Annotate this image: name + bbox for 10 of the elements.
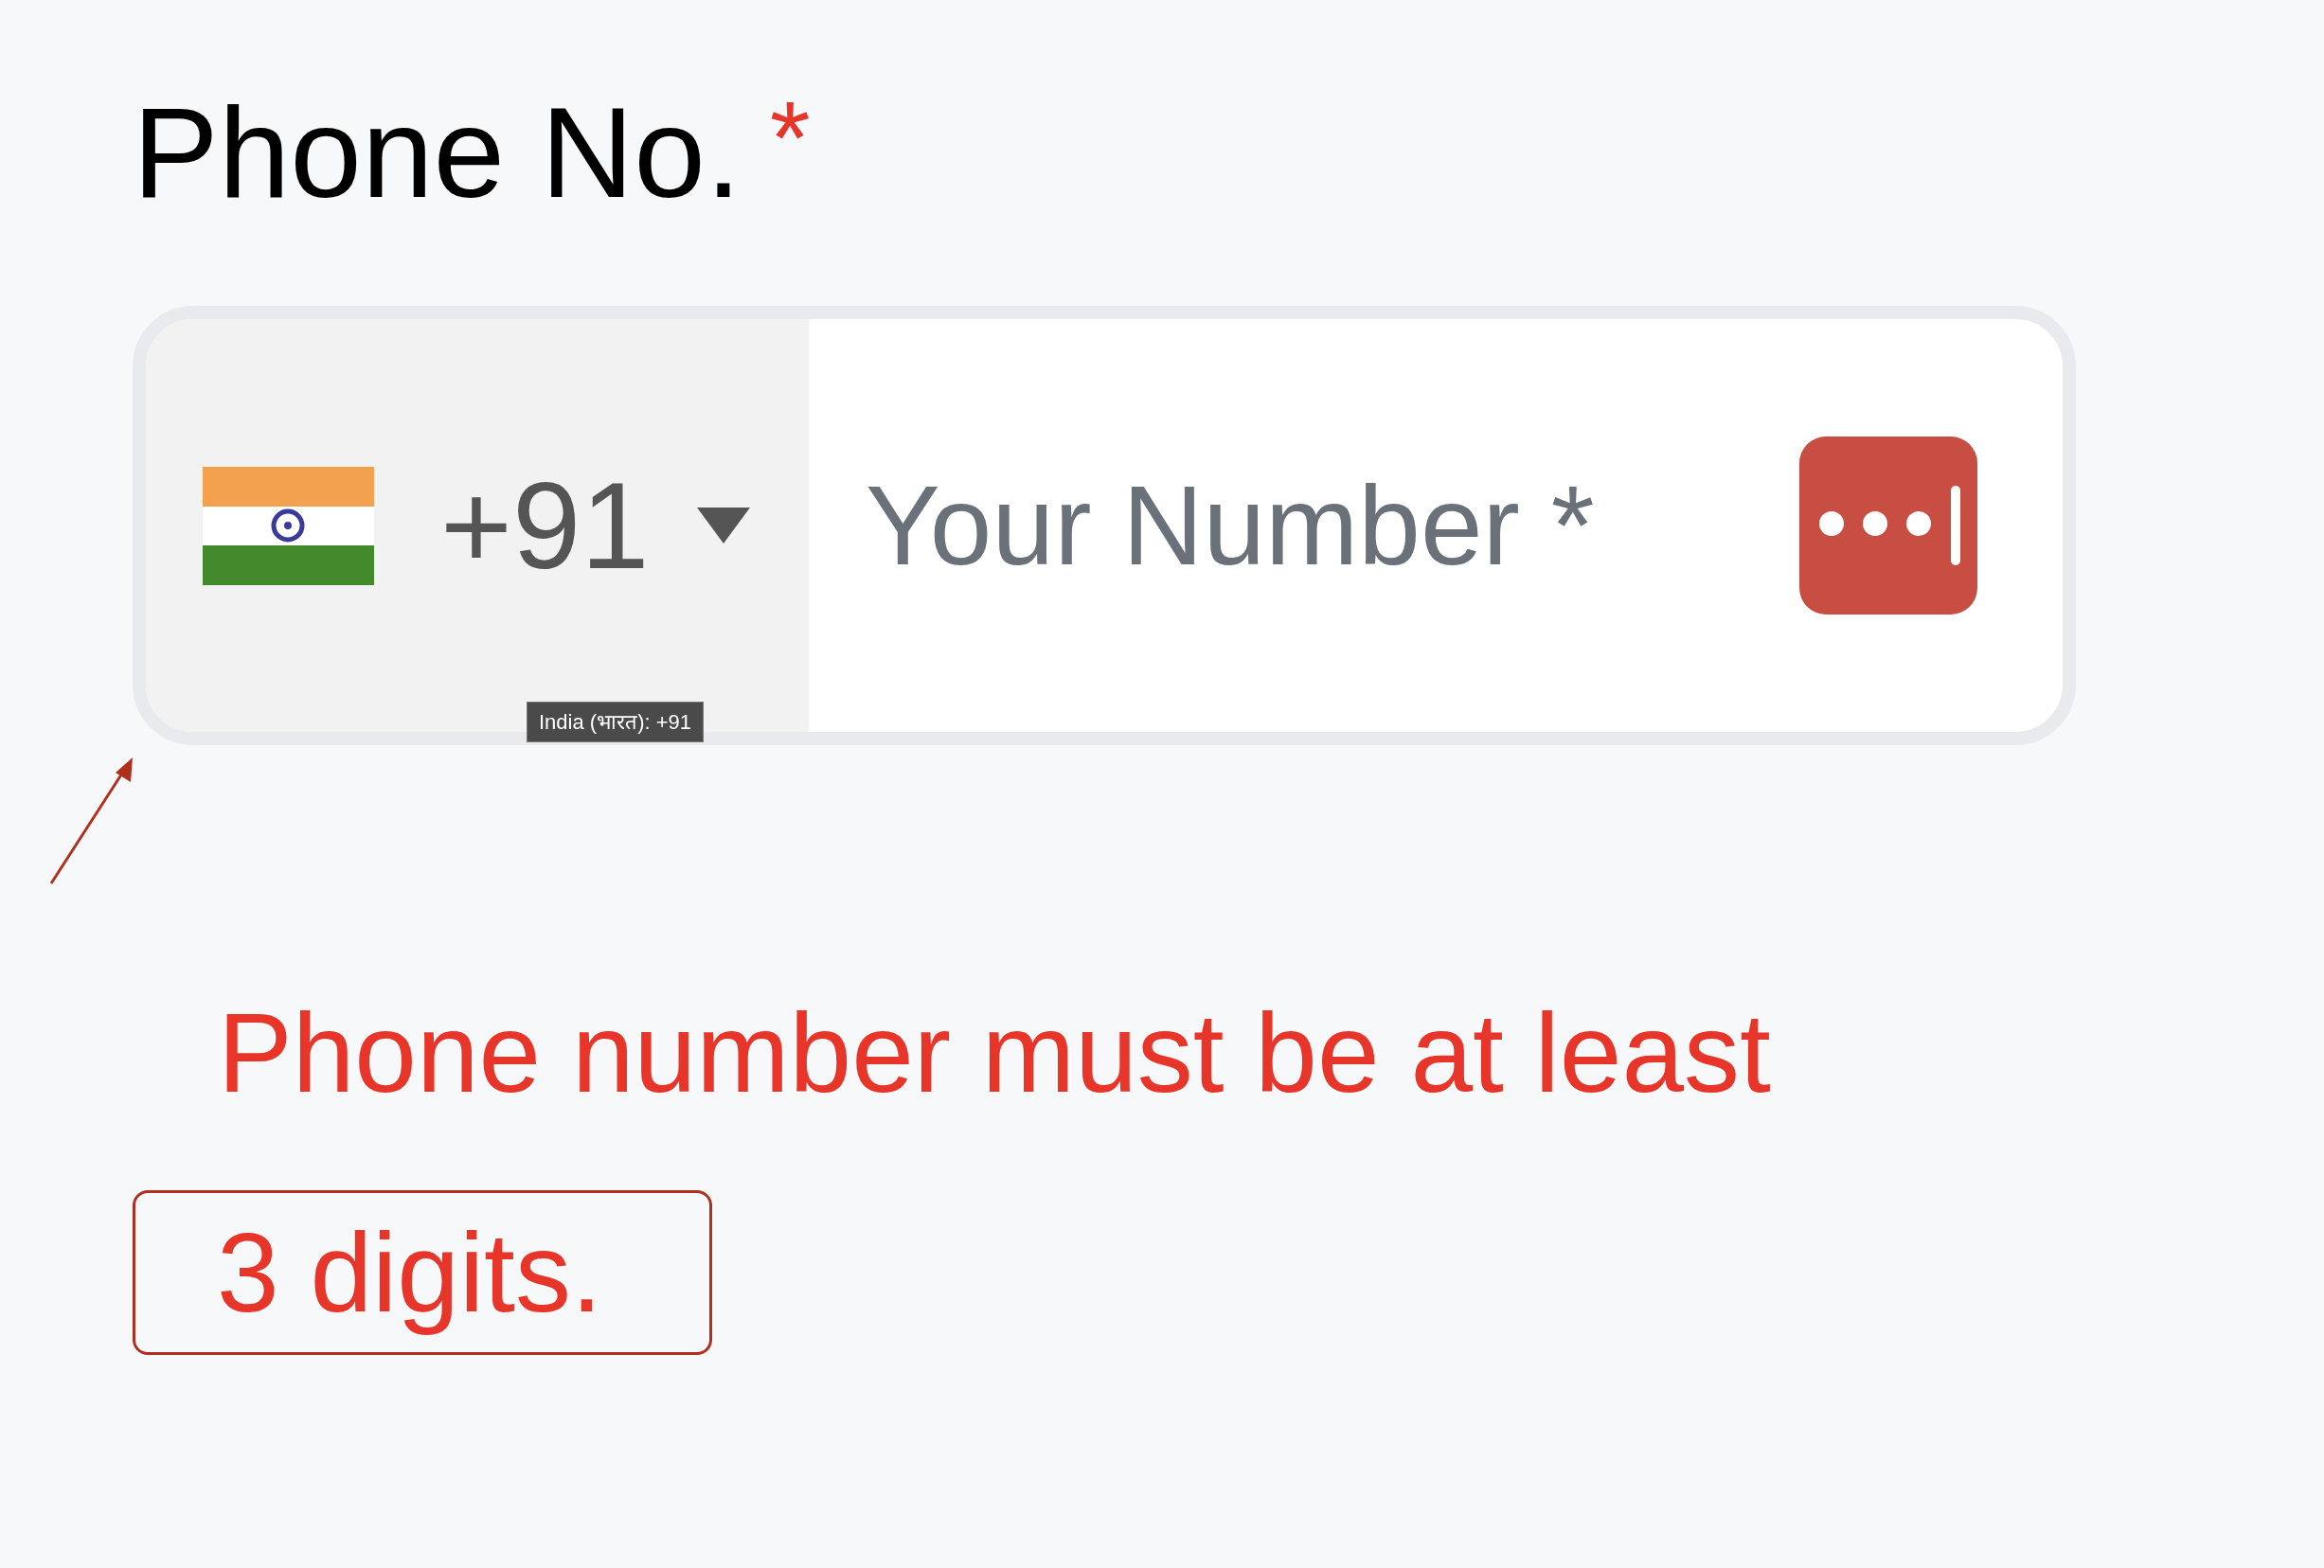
phone-number-input[interactable]: Your Number * bbox=[809, 319, 1799, 733]
india-flag-icon bbox=[203, 466, 374, 585]
dropdown-caret-icon bbox=[696, 508, 750, 544]
tooltip: India (भारत): +91 bbox=[527, 702, 704, 743]
pointer-arrow-icon bbox=[49, 757, 134, 886]
field-label: Phone No. bbox=[133, 80, 742, 226]
error-message: Phone number must be at least bbox=[218, 989, 1771, 1118]
password-dots-icon[interactable] bbox=[1799, 437, 1977, 615]
error-message-continuation: 3 digits. bbox=[217, 1209, 602, 1338]
required-asterisk: * bbox=[769, 85, 811, 189]
